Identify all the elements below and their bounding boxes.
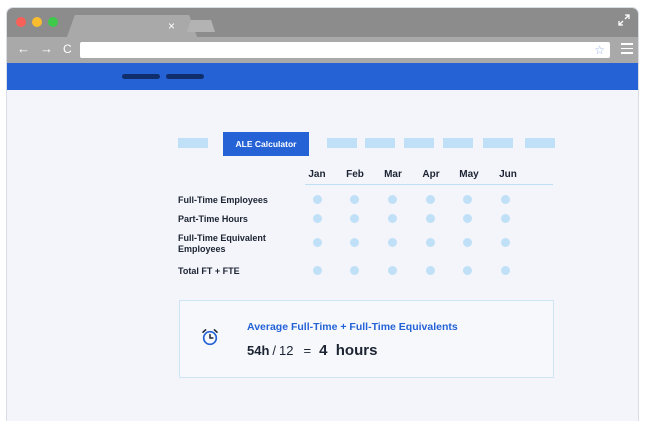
- month-header: Feb: [346, 169, 364, 180]
- value-cell[interactable]: [426, 195, 435, 204]
- tab-close-icon[interactable]: ×: [168, 19, 175, 33]
- menu-icon[interactable]: [621, 43, 633, 57]
- tab-placeholder[interactable]: [327, 138, 357, 148]
- summary-title: Average Full-Time + Full-Time Equivalent…: [247, 321, 458, 333]
- close-window-button[interactable]: [16, 17, 26, 27]
- value-cell[interactable]: [350, 195, 359, 204]
- row-label-fte-employees: Full-Time Equivalent Employees: [178, 233, 266, 254]
- calculator-tabs: ALE Calculator: [7, 132, 638, 156]
- tab-placeholder[interactable]: [525, 138, 555, 148]
- row-label-part-time-hours: Part-Time Hours: [178, 214, 248, 224]
- nav-link-placeholder[interactable]: [122, 74, 160, 79]
- new-tab-button[interactable]: [187, 20, 215, 32]
- row-label-total: Total FT + FTE: [178, 266, 240, 276]
- alarm-clock-icon: [202, 329, 218, 346]
- tab-placeholder[interactable]: [483, 138, 513, 148]
- value-cell[interactable]: [350, 238, 359, 247]
- value-cell[interactable]: [426, 266, 435, 275]
- nav-link-placeholder[interactable]: [166, 74, 204, 79]
- value-cell[interactable]: [350, 214, 359, 223]
- value-cell[interactable]: [501, 266, 510, 275]
- value-cell[interactable]: [388, 195, 397, 204]
- months-denominator: 12: [279, 343, 294, 358]
- value-cell[interactable]: [463, 238, 472, 247]
- title-bar: ×: [7, 8, 638, 37]
- value-cell[interactable]: [350, 266, 359, 275]
- address-bar[interactable]: ☆: [80, 42, 610, 58]
- browser-window: × ← → C ☆ ALE Calculator Jan Feb Mar Apr…: [7, 8, 638, 421]
- equals-sign: =: [303, 343, 312, 358]
- result-value: 4 hours: [319, 342, 378, 359]
- browser-tab[interactable]: [67, 15, 197, 37]
- month-header: Jan: [308, 169, 326, 180]
- value-cell[interactable]: [388, 238, 397, 247]
- month-header: Mar: [384, 169, 402, 180]
- value-cell[interactable]: [426, 214, 435, 223]
- value-cell[interactable]: [463, 214, 472, 223]
- bookmark-star-icon[interactable]: ☆: [594, 42, 605, 58]
- expand-icon[interactable]: [618, 14, 630, 26]
- summary-panel: Average Full-Time + Full-Time Equivalent…: [179, 300, 554, 378]
- value-cell[interactable]: [388, 266, 397, 275]
- value-cell[interactable]: [463, 195, 472, 204]
- value-cell[interactable]: [313, 266, 322, 275]
- forward-icon[interactable]: →: [40, 41, 53, 57]
- value-cell[interactable]: [501, 214, 510, 223]
- tab-placeholder[interactable]: [443, 138, 473, 148]
- summary-formula: 54h / 12 = 4 hours: [247, 342, 377, 359]
- division-slash: /: [272, 343, 277, 358]
- site-header: [7, 63, 638, 90]
- hours-numerator: 54h: [247, 343, 270, 358]
- back-icon[interactable]: ←: [17, 41, 30, 57]
- value-cell[interactable]: [313, 214, 322, 223]
- tab-placeholder[interactable]: [404, 138, 434, 148]
- month-header: Jun: [499, 169, 517, 180]
- browser-toolbar: ← → C ☆: [7, 37, 638, 63]
- maximize-window-button[interactable]: [48, 17, 58, 27]
- value-cell[interactable]: [388, 214, 397, 223]
- value-cell[interactable]: [313, 238, 322, 247]
- tab-placeholder[interactable]: [365, 138, 395, 148]
- tab-ale-calculator[interactable]: ALE Calculator: [223, 132, 309, 156]
- value-cell[interactable]: [426, 238, 435, 247]
- tab-placeholder[interactable]: [178, 138, 208, 148]
- value-cell[interactable]: [501, 195, 510, 204]
- header-divider: [305, 184, 553, 185]
- month-header: May: [459, 169, 479, 180]
- minimize-window-button[interactable]: [32, 17, 42, 27]
- value-cell[interactable]: [501, 238, 510, 247]
- month-header: Apr: [422, 169, 440, 180]
- row-label-full-time-employees: Full-Time Employees: [178, 195, 268, 205]
- reload-icon[interactable]: C: [63, 41, 72, 57]
- value-cell[interactable]: [313, 195, 322, 204]
- value-cell[interactable]: [463, 266, 472, 275]
